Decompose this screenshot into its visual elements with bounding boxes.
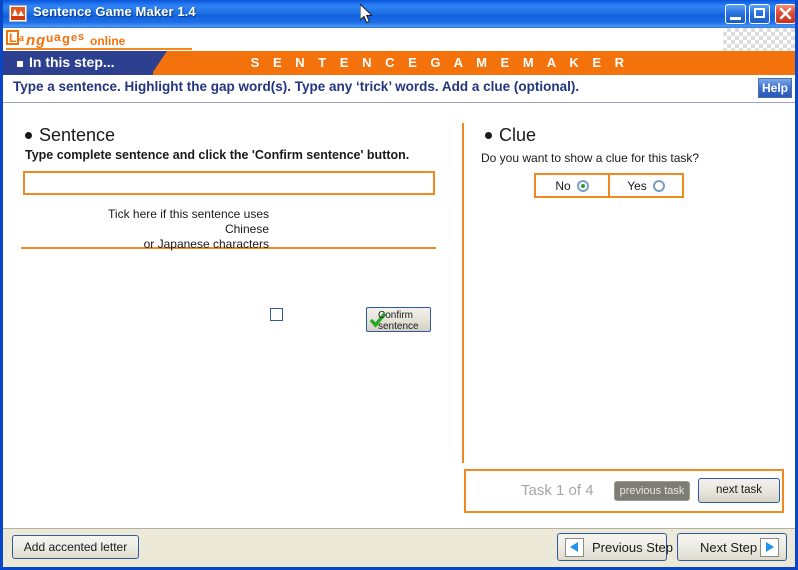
band-title: S E N T E N C E G A M E M A K E R [250, 55, 629, 70]
svg-text:online: online [90, 34, 126, 48]
help-button-label: Help [761, 81, 788, 95]
application-window: Sentence Game Maker 1.4 L a n g u a g e … [0, 0, 798, 570]
step-tab-label: In this step... [29, 54, 115, 70]
previous-task-label: previous task [619, 485, 685, 497]
step-tab-slope [151, 51, 167, 75]
previous-task-button[interactable]: previous task [614, 481, 690, 501]
close-icon [779, 7, 792, 20]
clue-question: Do you want to show a clue for this task… [481, 151, 700, 165]
vertical-divider [462, 123, 464, 463]
clue-heading: Clue [485, 125, 536, 146]
next-task-label: next task [715, 484, 763, 496]
instruction-bar: Type a sentence. Highlight the gap word(… [3, 75, 795, 103]
add-accented-letter-label: Add accented letter [23, 540, 128, 554]
svg-text:a: a [19, 33, 24, 43]
sentence-bullet-icon [25, 131, 32, 139]
radio-yes-icon[interactable] [652, 179, 665, 192]
add-accented-letter-button[interactable]: Add accented letter [12, 535, 139, 559]
logo-underline [6, 48, 192, 50]
next-step-button[interactable]: Next Step [677, 533, 787, 561]
svg-text:L: L [9, 31, 16, 45]
arrow-right-icon [760, 538, 779, 557]
svg-text:n: n [26, 32, 35, 49]
minimize-icon [730, 17, 741, 20]
arrow-left-icon [565, 538, 584, 557]
bottom-toolbar: Add accented letter Previous Step Next S… [3, 528, 795, 567]
clue-radio-group: No Yes [534, 173, 684, 198]
arrow-left-triangle [570, 542, 578, 552]
task-navigation-panel: Task 1 of 4 previous task next task [464, 469, 784, 513]
app-icon-svg [11, 7, 25, 20]
svg-text:u: u [46, 31, 53, 45]
close-button[interactable] [775, 4, 795, 24]
clue-option-yes[interactable]: Yes [608, 175, 682, 196]
svg-text:a: a [54, 30, 61, 44]
radio-no-icon[interactable] [576, 179, 589, 192]
task-counter: Task 1 of 4 [521, 482, 594, 499]
step-bullet-icon [17, 61, 23, 67]
orange-title-band: In this step... S E N T E N C E G A M E … [3, 51, 795, 75]
logo-bar: L a n g u a g e s online [3, 28, 795, 51]
clue-heading-label: Clue [499, 125, 537, 145]
sentence-input[interactable] [23, 171, 435, 195]
clue-option-yes-label: Yes [627, 178, 647, 193]
svg-text:g: g [35, 32, 45, 49]
svg-text:g: g [62, 31, 70, 46]
title-bar: Sentence Game Maker 1.4 [3, 0, 795, 28]
next-task-button[interactable]: next task [698, 478, 780, 503]
instruction-text: Type a sentence. Highlight the gap word(… [13, 79, 580, 94]
maximize-icon [754, 8, 765, 18]
chinese-checkbox-label: Tick here if this sentence uses Chinese o… [108, 207, 269, 251]
checkerboard-pattern [723, 28, 795, 51]
svg-text:e: e [71, 32, 77, 44]
svg-text:s: s [78, 31, 84, 43]
previous-step-label: Previous Step [592, 540, 673, 555]
arrow-right-triangle [766, 542, 774, 552]
next-step-label: Next Step [700, 540, 758, 555]
window-title: Sentence Game Maker 1.4 [33, 4, 196, 19]
sentence-heading-label: Sentence [39, 125, 116, 145]
maximize-button[interactable] [749, 4, 770, 24]
chinese-characters-checkbox[interactable] [270, 308, 283, 321]
step-tab: In this step... [3, 51, 153, 75]
sentence-heading: Sentence [25, 125, 115, 146]
help-button[interactable]: Help [758, 78, 792, 98]
confirm-sentence-label: Confirm sentence [378, 310, 419, 332]
app-mountain-icon [9, 5, 27, 22]
clue-option-no[interactable]: No [536, 175, 608, 196]
previous-step-button[interactable]: Previous Step [557, 533, 673, 561]
clue-option-no-label: No [555, 178, 571, 193]
minimize-button[interactable] [725, 4, 746, 24]
clue-bullet-icon [485, 131, 492, 139]
main-content: Sentence Type complete sentence and clic… [3, 103, 795, 528]
confirm-sentence-button[interactable]: Confirm sentence [366, 307, 431, 332]
sentence-subheading: Type complete sentence and click the 'Co… [25, 148, 410, 162]
